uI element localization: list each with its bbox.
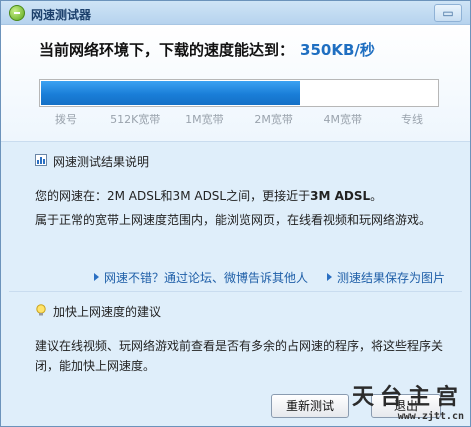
results-line-1-text: 您的网速在：2M ADSL和3M ADSL之间，更接近于 <box>35 189 311 203</box>
speed-panel: 当前网络环境下，下载的速度能达到： 350KB/秒 拨号 512K宽带 1M宽带 2M宽… <box>1 25 470 142</box>
speed-scale-label: 1M宽带 <box>185 113 224 126</box>
speed-scale-label: 专线 <box>401 113 423 126</box>
speed-scale-label: 拨号 <box>55 113 77 126</box>
arrow-right-icon <box>327 273 332 281</box>
app-logo-icon <box>9 5 25 21</box>
speed-scale-label: 2M宽带 <box>254 113 293 126</box>
share-link[interactable]: 网速不错？通过论坛、微博告诉其他人 <box>94 269 308 286</box>
results-line-1: 您的网速在：2M ADSL和3M ADSL之间，更接近于3M ADSL。 <box>35 187 382 204</box>
results-line-1-end: 。 <box>370 189 383 203</box>
advice-line-1: 建议在线视频、玩网络游戏前查看是否有多余的占网速的程序，将这些程序关 <box>35 339 444 353</box>
window-title: 网速测试器 <box>31 8 92 22</box>
section-divider <box>9 291 462 292</box>
save-image-link-label[interactable]: 测速结果保存为图片 <box>337 271 445 285</box>
share-link-label[interactable]: 网速不错？通过论坛、微博告诉其他人 <box>104 271 308 285</box>
lightbulb-icon <box>36 304 46 316</box>
speed-scale-label: 4M宽带 <box>323 113 363 126</box>
watermark-title: 天台主宫 <box>351 384 464 410</box>
results-heading: 网速测试结果说明 <box>53 155 150 169</box>
advice-heading: 加快上网速度的建议 <box>53 305 162 319</box>
bar-chart-icon <box>35 154 47 166</box>
title-bar[interactable]: 网速测试器 ▭ <box>1 1 470 25</box>
speed-headline-label: 当前网络环境下，下载的速度能达到： <box>39 41 295 59</box>
speed-scale-label: 512K宽带 <box>110 113 161 126</box>
retest-button[interactable]: 重新测试 <box>271 394 349 418</box>
speed-test-window: 网速测试器 ▭ 当前网络环境下，下载的速度能达到： 350KB/秒 拨号 512K宽… <box>0 0 471 427</box>
speed-progress-bar <box>39 79 439 107</box>
speed-headline: 当前网络环境下，下载的速度能达到： 350KB/秒 <box>39 39 375 60</box>
watermark-url: www.zjtt.cn <box>397 411 464 422</box>
close-button[interactable]: ▭ <box>434 4 462 22</box>
speed-value: 350KB/秒 <box>300 41 375 59</box>
speed-progress-fill <box>41 81 300 105</box>
results-line-1-highlight: 3M ADSL <box>310 189 371 203</box>
advice-line-2: 闭，能加快上网速度。 <box>35 359 156 373</box>
arrow-right-icon <box>94 273 99 281</box>
speed-scale-labels: 拨号 512K宽带 1M宽带 2M宽带 4M宽带 专线 <box>39 111 439 127</box>
site-watermark: 天台主宫 www.zjtt.cn <box>352 379 464 422</box>
results-line-2: 属于正常的宽带上网速度范围内，能浏览网页，在线看视频和玩网络游戏。 <box>35 213 432 227</box>
save-image-link[interactable]: 测速结果保存为图片 <box>327 269 445 286</box>
